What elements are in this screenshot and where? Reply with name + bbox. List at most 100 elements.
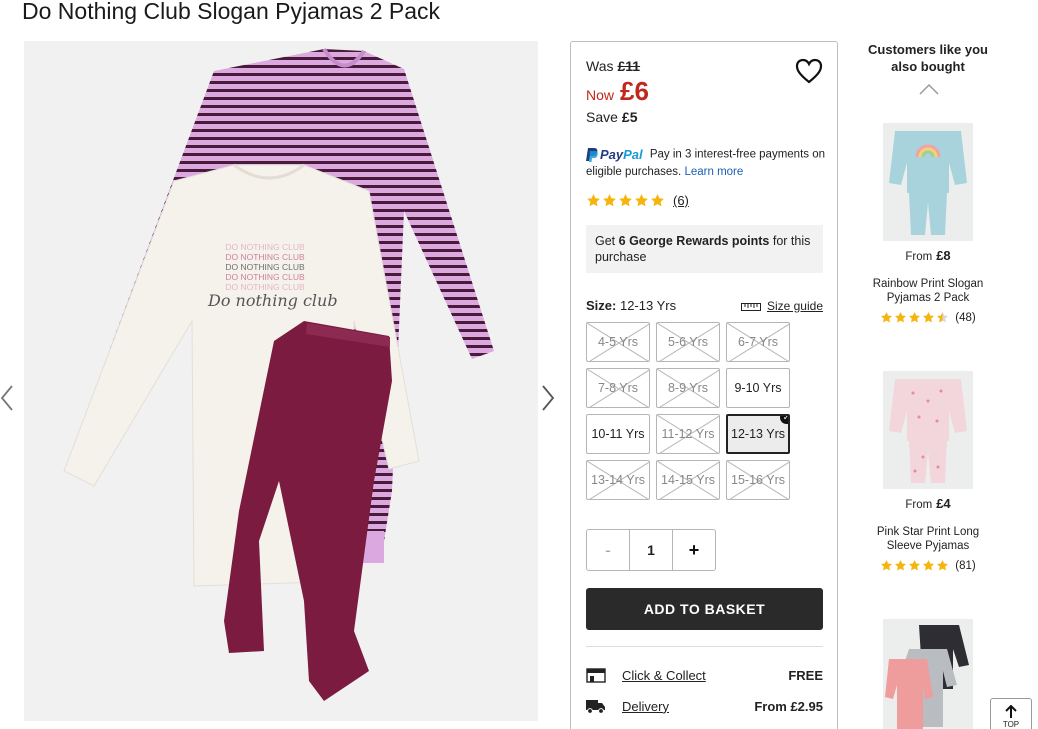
recommendation-item[interactable]: From £4 Pink Star Print Long Sleeve Pyjam… xyxy=(860,371,996,572)
heart-icon[interactable] xyxy=(795,58,823,84)
size-guide-link[interactable]: Size guide xyxy=(740,298,823,313)
size-option-label: 12-13 Yrs xyxy=(731,427,785,441)
paypal-logo-pal: Pal xyxy=(623,147,643,162)
recommendation-item[interactable]: From £8 Rainbow Print Slogan Pyjamas 2 Pa… xyxy=(860,123,996,324)
size-option[interactable]: 6-7 Yrs xyxy=(726,322,790,362)
size-label: Size: xyxy=(586,298,617,313)
star-icon xyxy=(909,311,921,323)
click-collect-row: Click & Collect FREE xyxy=(586,667,823,683)
size-option-label: 10-11 Yrs xyxy=(591,427,645,441)
size-option-label: 14-15 Yrs xyxy=(661,473,715,487)
size-option[interactable]: 5-6 Yrs xyxy=(656,322,720,362)
purchase-panel: Was £11 Now £6 Save £5 Pay Pal Pay in 3 int… xyxy=(570,41,838,729)
recommendation-stars xyxy=(880,559,949,572)
size-option-label: 7-8 Yrs xyxy=(597,381,639,395)
size-option-label: 4-5 Yrs xyxy=(597,335,639,349)
now-price: £6 xyxy=(620,76,649,106)
truck-icon xyxy=(586,700,605,714)
recommendation-name[interactable]: Pink Star Print Long Sleeve Pyjamas xyxy=(860,525,996,553)
rating-stars xyxy=(586,193,665,208)
arrow-up-icon xyxy=(1005,705,1017,718)
paypal-icon xyxy=(586,147,598,162)
size-option[interactable]: 4-5 Yrs xyxy=(586,322,650,362)
paypal-logo-pay: Pay xyxy=(600,147,624,162)
size-option[interactable]: 13-14 Yrs xyxy=(586,460,650,500)
size-header: Size: 12-13 Yrs Size guide xyxy=(586,298,823,313)
paypal-learn-more-link[interactable]: Learn more xyxy=(684,166,743,178)
recommendation-stars xyxy=(880,311,949,324)
star-icon xyxy=(619,194,632,207)
selected-size: 12-13 Yrs xyxy=(619,298,677,313)
print-line: DO NOTHING CLUB xyxy=(225,272,305,282)
product-rating: (6) xyxy=(586,193,689,208)
size-option-label: 5-6 Yrs xyxy=(667,335,709,349)
paypal-logo: Pay Pal xyxy=(586,146,643,163)
click-collect-link[interactable]: Click & Collect xyxy=(622,668,788,683)
size-option[interactable]: 7-8 Yrs xyxy=(586,368,650,408)
chevron-up-icon[interactable] xyxy=(919,83,939,95)
delivery-link[interactable]: Delivery xyxy=(622,699,754,714)
recommendation-thumbnail[interactable] xyxy=(883,123,973,241)
star-icon xyxy=(651,194,664,207)
size-option[interactable]: 10-11 Yrs xyxy=(586,414,650,454)
size-option-label: 11-12 Yrs xyxy=(661,427,715,441)
print-line: DO NOTHING CLUB xyxy=(225,262,305,272)
star-icon xyxy=(881,311,893,323)
star-icon xyxy=(603,194,616,207)
chevron-right-icon[interactable] xyxy=(540,384,556,412)
delivery-row: Delivery From £2.95 xyxy=(586,698,823,714)
rewards-banner: Get 6 George Rewards points for this pur… xyxy=(586,225,823,273)
print-script: Do nothing club xyxy=(208,291,338,310)
print-line: DO NOTHING CLUB xyxy=(225,242,305,252)
size-option[interactable]: 15-16 Yrs xyxy=(726,460,790,500)
star-icon xyxy=(923,311,935,323)
was-price: £11 xyxy=(617,58,641,74)
size-option[interactable]: 9-10 Yrs xyxy=(726,368,790,408)
star-icon xyxy=(587,194,600,207)
star-icon xyxy=(937,559,949,571)
paypal-message: Pay Pal Pay in 3 interest-free payments o… xyxy=(586,146,831,181)
product-title: Do Nothing Club Slogan Pyjamas 2 Pack xyxy=(22,0,441,24)
ruler-icon xyxy=(740,302,761,311)
recommendation-price: £4 xyxy=(936,496,951,511)
recommendation-thumbnail[interactable] xyxy=(883,619,973,729)
divider xyxy=(586,646,823,647)
size-option-label: 8-9 Yrs xyxy=(667,381,709,395)
quantity-value[interactable]: 1 xyxy=(629,530,673,570)
size-option[interactable]: 14-15 Yrs xyxy=(656,460,720,500)
save-amount: £5 xyxy=(621,109,638,125)
from-label: From xyxy=(905,499,933,511)
size-options: 4-5 Yrs 5-6 Yrs 6-7 Yrs 7-8 Yrs 8-9 Yrs 9-10 … xyxy=(586,322,796,500)
price-block: Was £11 Now £6 Save £5 xyxy=(586,58,649,125)
back-to-top-button[interactable]: TOP xyxy=(990,698,1032,729)
add-to-basket-button[interactable]: ADD TO BASKET xyxy=(586,588,823,630)
click-collect-price: FREE xyxy=(788,667,823,683)
star-icon xyxy=(635,194,648,207)
size-option[interactable]: 8-9 Yrs xyxy=(656,368,720,408)
store-icon xyxy=(586,668,606,683)
recommendation-thumbnail[interactable] xyxy=(883,371,973,489)
size-option[interactable]: 12-13 Yrs ✓ xyxy=(726,414,790,454)
star-icon xyxy=(937,311,949,323)
recommendation-name[interactable]: Rainbow Print Slogan Pyjamas 2 Pack xyxy=(860,277,996,305)
size-option-label: 13-14 Yrs xyxy=(591,473,645,487)
recommendation-price: £8 xyxy=(936,248,951,263)
chevron-left-icon[interactable] xyxy=(0,384,16,412)
rewards-points: 6 George Rewards points xyxy=(618,234,770,248)
size-option[interactable]: 11-12 Yrs xyxy=(656,414,720,454)
recommendation-review-count: (48) xyxy=(955,311,976,324)
quantity-decrease-button[interactable]: - xyxy=(587,530,629,570)
size-guide-label: Size guide xyxy=(766,298,823,313)
from-label: From xyxy=(905,251,933,263)
save-label: Save xyxy=(586,109,618,125)
quantity-increase-button[interactable]: + xyxy=(673,530,715,570)
star-icon xyxy=(895,311,907,323)
product-image[interactable]: DO NOTHING CLUB DO NOTHING CLUB DO NOTHI… xyxy=(24,41,538,721)
check-icon: ✓ xyxy=(780,416,788,424)
quantity-stepper: - 1 + xyxy=(586,529,716,571)
now-label: Now xyxy=(586,87,615,103)
star-icon xyxy=(881,559,893,571)
review-count-link[interactable]: (6) xyxy=(673,193,689,208)
recommendations-title: Customers like you also bought xyxy=(868,42,988,74)
recommendation-item[interactable] xyxy=(860,619,996,729)
